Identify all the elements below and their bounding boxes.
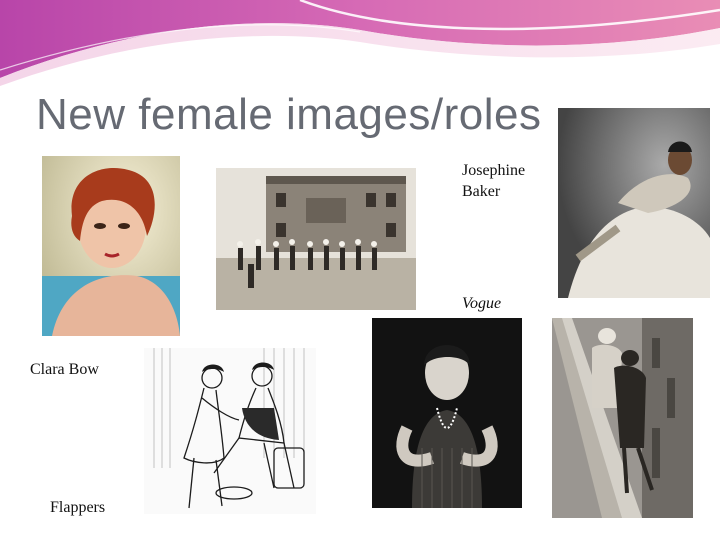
vogue-caption: Vogue [462,295,502,312]
flappers-rooftop-image [552,318,693,518]
flappers-caption: Flappers [50,499,106,516]
schoolyard-exercise-image [216,168,416,310]
clara-bow-caption: Clara Bow [30,361,99,378]
flappers-sketch-image [144,348,316,514]
flapper-fringe-dress-image [372,318,522,508]
header-wave-decoration [0,0,720,86]
josephine-baker-image [558,108,710,298]
slide-title: New female images/roles [36,90,542,139]
clara-bow-portrait-image [42,156,180,336]
josephine-baker-caption: Josephine Baker [462,160,525,202]
josephine-caption-line1: Josephine [462,162,526,179]
josephine-caption-line2: Baker [462,183,501,200]
